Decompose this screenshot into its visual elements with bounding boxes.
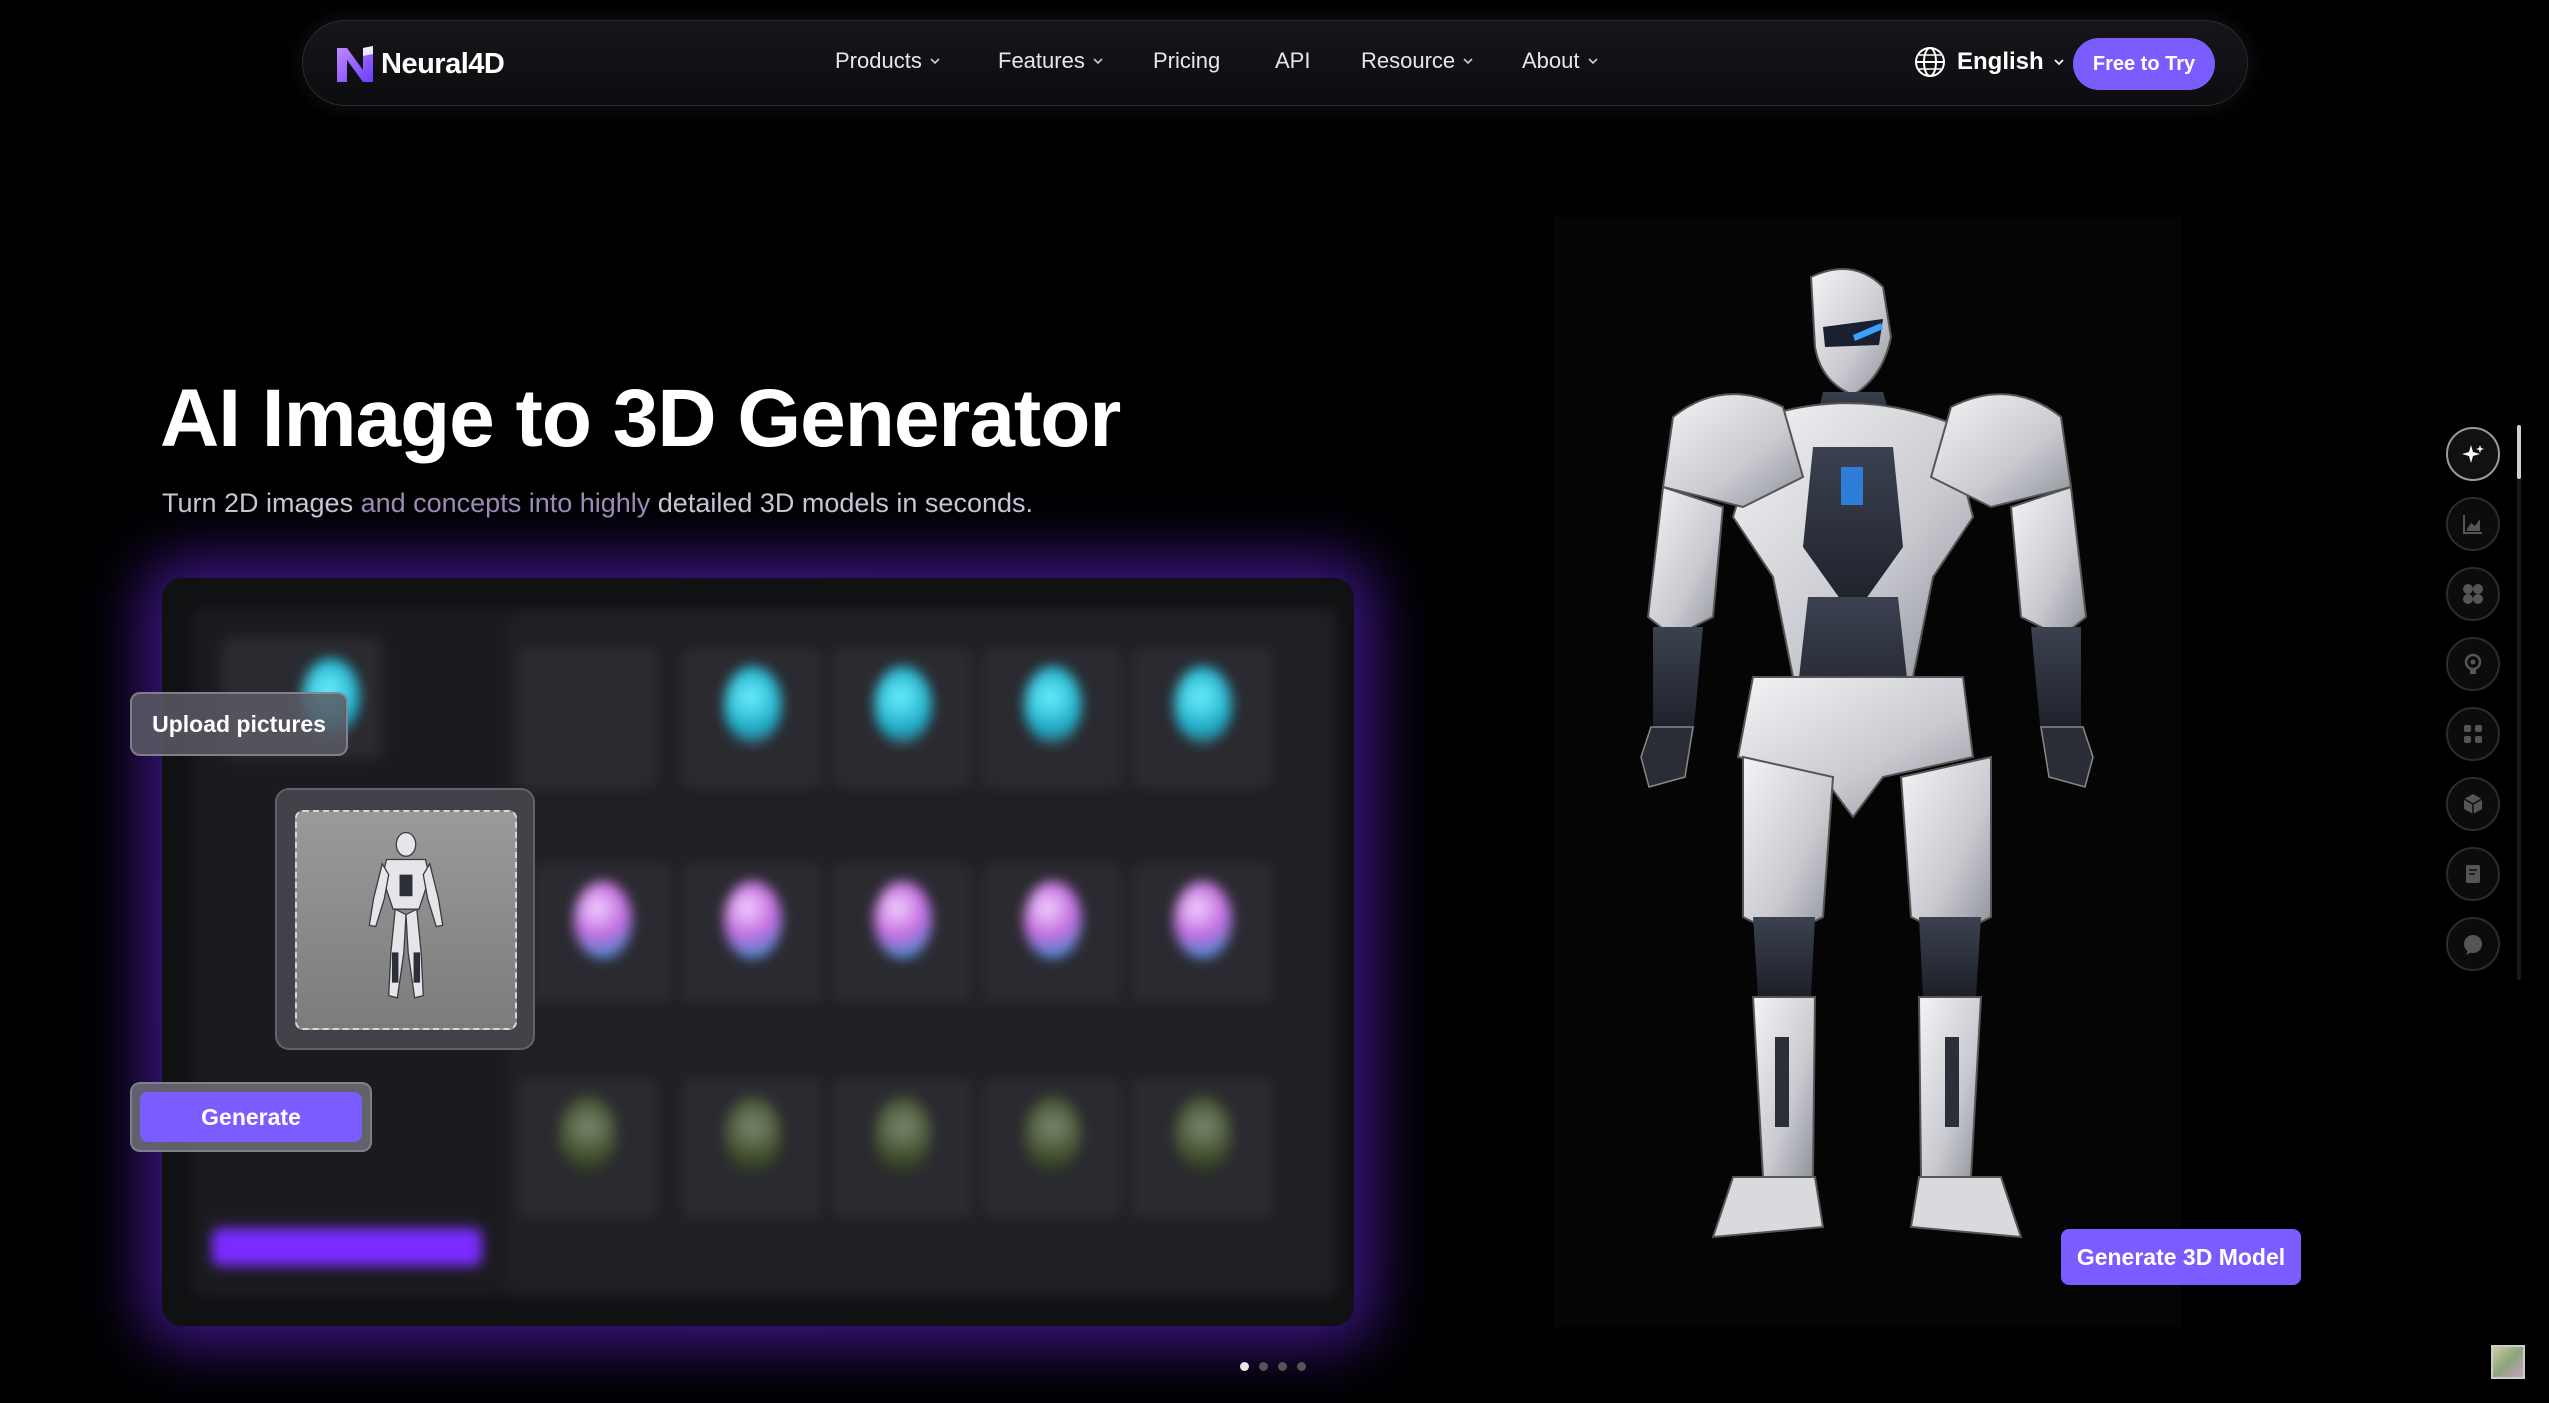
nav-products-label: Products (835, 48, 922, 73)
uploaded-robot-image (295, 810, 517, 1030)
robot-thumbnail-image (368, 831, 444, 999)
chat-icon (2464, 935, 2482, 955)
carousel-dot[interactable] (1278, 1362, 1287, 1371)
rail-document-button[interactable] (2446, 847, 2500, 901)
document-icon (2466, 865, 2480, 883)
nav-resource[interactable]: Resource (1361, 48, 1473, 74)
preview-thumb (832, 648, 972, 788)
preview-thumb (832, 1078, 972, 1218)
preview-thumb (517, 648, 657, 788)
floating-widget-thumbnail[interactable] (2491, 1345, 2525, 1379)
rail-sparkle-button[interactable] (2446, 427, 2500, 481)
grid-icon (2463, 584, 2483, 604)
rail-chart-button[interactable] (2446, 497, 2500, 551)
preview-thumb (982, 1078, 1122, 1218)
preview-thumb (517, 1078, 657, 1218)
preview-thumb (832, 863, 972, 1003)
nav-about[interactable]: About (1522, 48, 1598, 74)
rail-chat-button[interactable] (2446, 917, 2500, 971)
generate-3d-model-button[interactable]: Generate 3D Model (2061, 1229, 2301, 1285)
cube-icon (2463, 794, 2483, 814)
chevron-down-icon (1463, 58, 1473, 65)
side-rail-scrollbar-track (2517, 425, 2521, 980)
bulb-icon (2464, 653, 2482, 674)
rail-nodes-button[interactable] (2446, 707, 2500, 761)
uploaded-image-card[interactable] (275, 788, 535, 1050)
language-selector[interactable]: English (1913, 45, 2064, 79)
preview-thumb (1132, 863, 1272, 1003)
carousel-pagination (1240, 1362, 1306, 1371)
globe-icon (1915, 47, 1945, 77)
preview-thumb (982, 863, 1122, 1003)
preview-thumb (682, 863, 822, 1003)
nav-products[interactable]: Products (835, 48, 940, 74)
nav-resource-label: Resource (1361, 48, 1456, 73)
chevron-down-icon (1093, 58, 1103, 65)
nav-pricing[interactable]: Pricing (1153, 48, 1220, 74)
preview-thumb (682, 648, 822, 788)
rail-cube-button[interactable] (2446, 777, 2500, 831)
page-title: AI Image to 3D Generator (160, 373, 1121, 464)
nodes-icon (2464, 725, 2482, 743)
robot-model-image (1640, 268, 2094, 1239)
nav-features-label: Features (998, 48, 1085, 73)
language-label: English (1957, 48, 2044, 75)
page-subtitle: Turn 2D images and concepts into highly … (162, 488, 1033, 519)
subtitle-part-2: and concepts into highly (360, 488, 658, 518)
preview-thumb (1132, 648, 1272, 788)
nav-api[interactable]: API (1275, 48, 1310, 74)
carousel-dot[interactable] (1297, 1362, 1306, 1371)
side-rail-scrollbar[interactable] (2517, 425, 2521, 479)
preview-thumb (982, 648, 1122, 788)
subtitle-part-3: detailed 3D models in seconds. (657, 488, 1033, 518)
free-to-try-button[interactable]: Free to Try (2073, 38, 2215, 90)
preview-thumb (1132, 1078, 1272, 1218)
nav-api-label: API (1275, 48, 1311, 73)
preview-thumb (682, 1078, 822, 1218)
generate-button[interactable]: Generate (140, 1092, 362, 1142)
upload-pictures-tag[interactable]: Upload pictures (130, 692, 348, 756)
carousel-dot[interactable] (1240, 1362, 1249, 1371)
top-navbar: Neural4D Products Features Pricing API R… (302, 20, 2248, 106)
chart-icon (2463, 515, 2482, 534)
sparkle-icon (2462, 445, 2484, 463)
3d-model-viewer[interactable] (1553, 217, 2181, 1327)
rail-grid-button[interactable] (2446, 567, 2500, 621)
nav-pricing-label: Pricing (1153, 48, 1221, 73)
chevron-down-icon (930, 58, 940, 65)
nav-features[interactable]: Features (998, 48, 1103, 74)
preview-generate-bar (212, 1228, 482, 1266)
nav-about-label: About (1522, 48, 1580, 73)
generate-button-frame: Generate (130, 1082, 372, 1152)
carousel-dot[interactable] (1259, 1362, 1268, 1371)
subtitle-part-1: Turn 2D images (162, 488, 361, 518)
chevron-down-icon (2054, 59, 2064, 66)
preview-thumb (532, 863, 672, 1003)
chevron-down-icon (1587, 58, 1598, 65)
rail-bulb-button[interactable] (2446, 637, 2500, 691)
